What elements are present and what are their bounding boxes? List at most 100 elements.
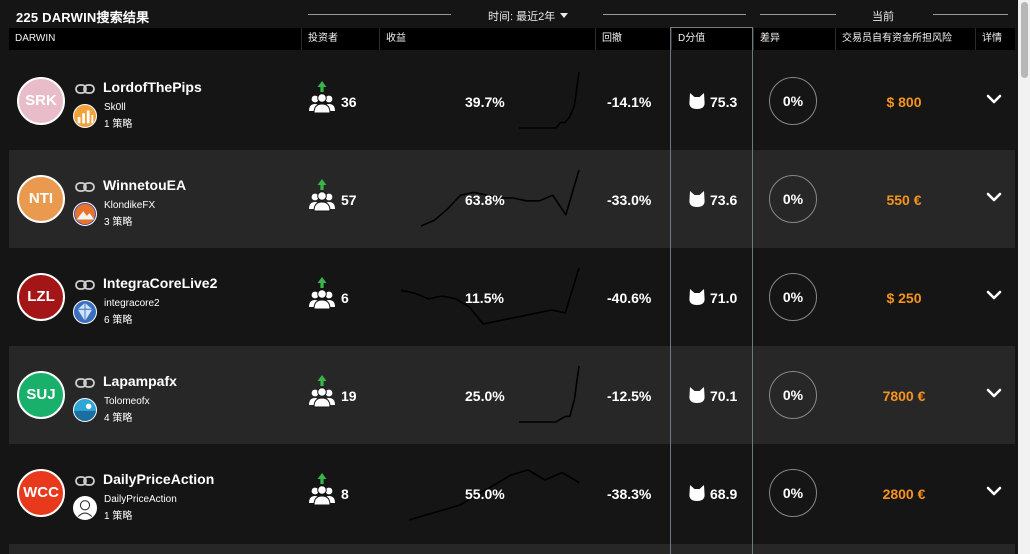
trader-capital-value: 7800 € — [882, 388, 926, 404]
cat-head-icon — [689, 387, 705, 403]
trader-avatar[interactable] — [73, 300, 97, 324]
darwin-avatar[interactable]: SUJ — [17, 371, 65, 419]
trader-avatar-image — [77, 302, 93, 322]
divergence-badge: 0% — [769, 273, 817, 321]
trader-avatar-image — [74, 203, 96, 225]
darwin-avatar[interactable]: SRK — [17, 77, 65, 125]
investors-icon — [309, 473, 335, 506]
strategy-count: 4 策略 — [104, 413, 133, 424]
link-icon[interactable] — [75, 83, 95, 95]
trader-avatar-image — [77, 500, 93, 518]
header-divider — [933, 14, 1008, 15]
divergence-badge: 0% — [769, 469, 817, 517]
trader-name[interactable]: integracore2 — [104, 298, 160, 309]
darwin-search-app: 225 DARWIN搜索结果 时间: 最近2年 当前 DARWIN 投资者 收益… — [0, 0, 1030, 554]
trader-avatar[interactable] — [73, 202, 97, 226]
strategy-count: 1 策略 — [104, 119, 133, 130]
dscore-value: 70.1 — [710, 388, 738, 404]
link-icon[interactable] — [75, 279, 95, 291]
cat-head-icon — [689, 289, 705, 305]
scrollbar-thumb[interactable] — [1021, 2, 1028, 78]
darwin-row[interactable]: SRK LordofThePips Sk0ll 1 策略 36 39.7% -1… — [9, 52, 1015, 150]
chevron-down-icon[interactable] — [986, 289, 1002, 301]
drawdown-value: -38.3% — [607, 486, 652, 502]
column-header-investors[interactable]: 投资者 — [301, 28, 379, 50]
investors-icon — [309, 277, 335, 310]
darwin-name[interactable]: WinnetouEA — [103, 177, 186, 193]
darwin-row[interactable]: NTI WinnetouEA KlondikeFX 3 策略 57 63.8% … — [9, 150, 1015, 248]
chevron-down-icon[interactable] — [986, 191, 1002, 203]
drawdown-value: -12.5% — [607, 388, 652, 404]
chevron-down-icon[interactable] — [986, 485, 1002, 497]
darwin-name[interactable]: LordofThePips — [103, 79, 202, 95]
link-icon[interactable] — [75, 475, 95, 487]
investors-icon — [309, 375, 335, 408]
darwin-row[interactable]: SUJ Lapampafx Tolomeofx 4 策略 19 25.0% -1… — [9, 346, 1015, 444]
dscore-value: 73.6 — [710, 192, 738, 208]
return-value: 39.7% — [465, 94, 505, 110]
trader-capital-value: $ 250 — [886, 290, 922, 306]
link-icon[interactable] — [75, 181, 95, 193]
investors-icon — [309, 81, 335, 114]
trader-avatar[interactable] — [73, 398, 97, 422]
investor-count: 8 — [341, 486, 349, 502]
strategy-count: 6 策略 — [104, 315, 133, 326]
column-header-returns[interactable]: 收益 — [379, 28, 595, 50]
header-divider — [760, 14, 836, 15]
trader-avatar[interactable] — [73, 496, 97, 520]
trader-name[interactable]: DailyPriceAction — [104, 494, 177, 505]
darwin-name[interactable]: DailyPriceAction — [103, 471, 214, 487]
drawdown-value: -40.6% — [607, 290, 652, 306]
current-group-label: 当前 — [872, 11, 894, 23]
cat-head-icon — [689, 485, 705, 501]
dscore-value: 68.9 — [710, 486, 738, 502]
column-header-drawdown[interactable]: 回撤 — [595, 28, 671, 50]
return-value: 55.0% — [465, 486, 505, 502]
cat-head-icon — [689, 191, 705, 207]
darwin-row[interactable]: LZL IntegraCoreLive2 integracore2 6 策略 6… — [9, 248, 1015, 346]
cat-head-icon — [689, 93, 705, 109]
column-header-trader-capital[interactable]: 交易员自有资金所担风险 — [835, 28, 975, 50]
darwin-name[interactable]: Lapampafx — [103, 373, 177, 389]
divergence-badge: 0% — [769, 77, 817, 125]
dscore-value: 71.0 — [710, 290, 738, 306]
header-divider — [603, 14, 746, 15]
trader-name[interactable]: KlondikeFX — [104, 200, 155, 211]
trader-avatar[interactable] — [73, 104, 97, 128]
trader-name[interactable]: Tolomeofx — [104, 396, 150, 407]
column-header-details: 详情 — [975, 28, 1015, 50]
investors-icon — [309, 179, 335, 212]
column-header-divergence[interactable]: 差异 — [753, 28, 835, 50]
link-icon[interactable] — [75, 377, 95, 389]
darwin-avatar[interactable]: LZL — [17, 273, 65, 321]
darwin-name[interactable]: IntegraCoreLive2 — [103, 275, 217, 291]
return-value: 63.8% — [465, 192, 505, 208]
vertical-scrollbar[interactable] — [1018, 0, 1030, 554]
divergence-badge: 0% — [769, 175, 817, 223]
investor-count: 57 — [341, 192, 357, 208]
return-value: 11.5% — [465, 290, 504, 306]
darwin-row[interactable] — [9, 544, 1015, 554]
dscore-value: 75.3 — [710, 94, 738, 110]
trader-capital-value: 550 € — [886, 192, 922, 208]
column-header-dscore[interactable]: D分值 — [671, 28, 753, 50]
caret-down-icon — [560, 13, 569, 18]
chevron-down-icon[interactable] — [986, 387, 1002, 399]
investor-count: 6 — [341, 290, 349, 306]
results-header-bar: 225 DARWIN搜索结果 时间: 最近2年 当前 — [0, 0, 1018, 28]
darwin-avatar[interactable]: WCC — [17, 469, 65, 517]
darwin-avatar[interactable]: NTI — [17, 175, 65, 223]
chevron-down-icon[interactable] — [986, 93, 1002, 105]
drawdown-value: -14.1% — [607, 94, 652, 110]
investor-count: 36 — [341, 94, 357, 110]
divergence-badge: 0% — [769, 371, 817, 419]
investor-count: 19 — [341, 388, 357, 404]
period-selector-label: 时间: 最近2年 — [488, 11, 556, 23]
period-selector[interactable]: 时间: 最近2年 — [488, 8, 569, 24]
results-count-title: 225 DARWIN搜索结果 — [16, 10, 150, 25]
trader-capital-value: $ 800 — [886, 94, 922, 110]
trader-name[interactable]: Sk0ll — [104, 102, 126, 113]
return-value: 25.0% — [465, 388, 505, 404]
darwin-row[interactable]: WCC DailyPriceAction DailyPriceAction 1 … — [9, 444, 1015, 542]
column-header-darwin[interactable]: DARWIN — [9, 28, 301, 50]
